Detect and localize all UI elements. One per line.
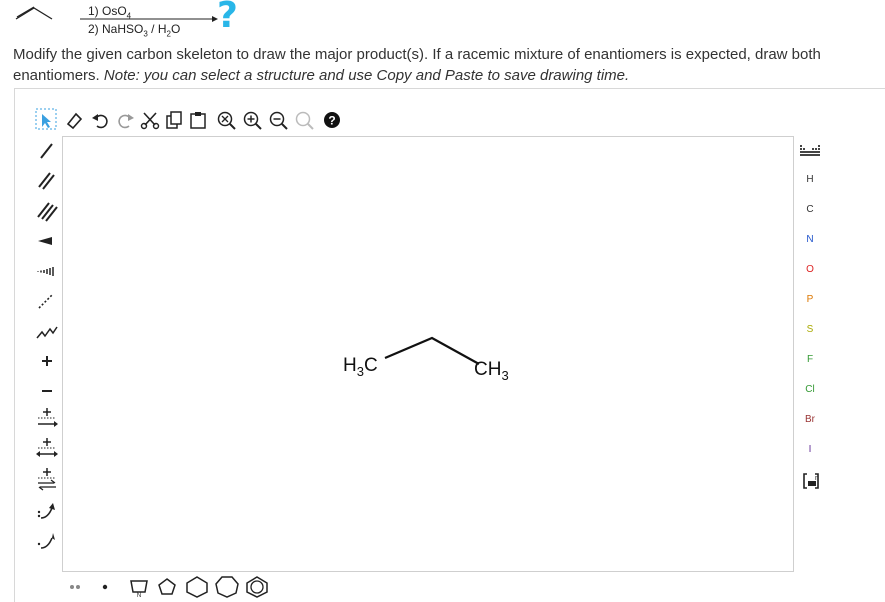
- svg-text:?: ?: [328, 114, 335, 128]
- top-toolbar: ?: [32, 104, 826, 136]
- element-i-button[interactable]: I: [794, 444, 826, 455]
- methyl-right-label[interactable]: CH3: [474, 359, 509, 383]
- element-p-button[interactable]: P: [794, 294, 826, 305]
- paste-icon[interactable]: [188, 110, 208, 130]
- zoom-out-icon[interactable]: [268, 110, 288, 130]
- reagent-step-2: 2) NaHSO3 / H2O: [88, 22, 181, 39]
- element-n-button[interactable]: N: [794, 234, 826, 245]
- drawing-canvas[interactable]: H3C CH3: [62, 136, 794, 572]
- svg-text:n: n: [815, 475, 819, 482]
- element-o-button[interactable]: O: [794, 264, 826, 275]
- product-question-mark: ?: [217, 0, 238, 36]
- undo-icon[interactable]: [90, 110, 110, 130]
- element-s-button[interactable]: S: [794, 324, 826, 335]
- radical-icon[interactable]: [98, 580, 112, 594]
- positive-charge-icon[interactable]: [32, 348, 62, 374]
- arrow-plus-icon[interactable]: [32, 406, 62, 432]
- hash-bond-icon[interactable]: [32, 258, 62, 284]
- curved-arrow-single-electron-icon[interactable]: [32, 528, 62, 554]
- question-prompt: Modify the given carbon skeleton to draw…: [13, 46, 821, 84]
- lone-pair-icon[interactable]: [66, 580, 84, 594]
- double-bond-icon[interactable]: [32, 168, 62, 194]
- curved-arrow-electron-pair-icon[interactable]: [32, 498, 62, 524]
- element-br-button[interactable]: Br: [794, 414, 826, 425]
- element-c-button[interactable]: C: [794, 204, 826, 215]
- methyl-left-label[interactable]: H3C: [343, 355, 378, 379]
- copy-icon[interactable]: [164, 110, 184, 130]
- equilibrium-arrow-icon[interactable]: [32, 436, 62, 462]
- zoom-fit-icon[interactable]: [216, 110, 236, 130]
- bracket-icon[interactable]: n: [802, 472, 820, 490]
- benzene-icon[interactable]: [244, 575, 270, 599]
- help-icon[interactable]: ?: [322, 110, 342, 130]
- right-toolbar: H C N O P S F Cl Br I n: [794, 136, 826, 576]
- redo-icon[interactable]: [116, 110, 136, 130]
- element-cl-button[interactable]: Cl: [794, 384, 826, 395]
- reaction-scheme: 1) OsO4 2) NaHSO3 / H2O ?: [0, 0, 300, 40]
- zoom-in-icon[interactable]: [242, 110, 262, 130]
- periodic-table-icon[interactable]: [798, 142, 822, 158]
- cut-icon[interactable]: [140, 110, 160, 130]
- molecule-skeleton[interactable]: [63, 137, 793, 571]
- svg-text:N: N: [137, 593, 141, 598]
- select-lasso-icon[interactable]: [34, 107, 58, 131]
- zoom-reset-icon[interactable]: [294, 110, 314, 130]
- wedge-bond-icon[interactable]: [32, 228, 62, 254]
- single-bond-icon[interactable]: [32, 138, 62, 164]
- left-toolbar: [32, 136, 62, 576]
- cyclopentane-icon[interactable]: [184, 575, 210, 599]
- cyclobutane-icon[interactable]: [156, 576, 178, 598]
- bottom-toolbar: N: [62, 572, 792, 601]
- cyclopropane-icon[interactable]: N: [128, 576, 150, 598]
- element-h-button[interactable]: H: [794, 174, 826, 185]
- negative-charge-icon[interactable]: [32, 378, 62, 404]
- resonance-arrow-icon[interactable]: [32, 466, 62, 492]
- cyclohexane-icon[interactable]: [214, 575, 240, 599]
- chain-icon[interactable]: [32, 318, 62, 344]
- eraser-icon[interactable]: [64, 110, 84, 130]
- reagent-step-1: 1) OsO4: [88, 4, 132, 21]
- dashed-bond-icon[interactable]: [32, 288, 62, 314]
- element-f-button[interactable]: F: [794, 354, 826, 365]
- triple-bond-icon[interactable]: [32, 198, 62, 224]
